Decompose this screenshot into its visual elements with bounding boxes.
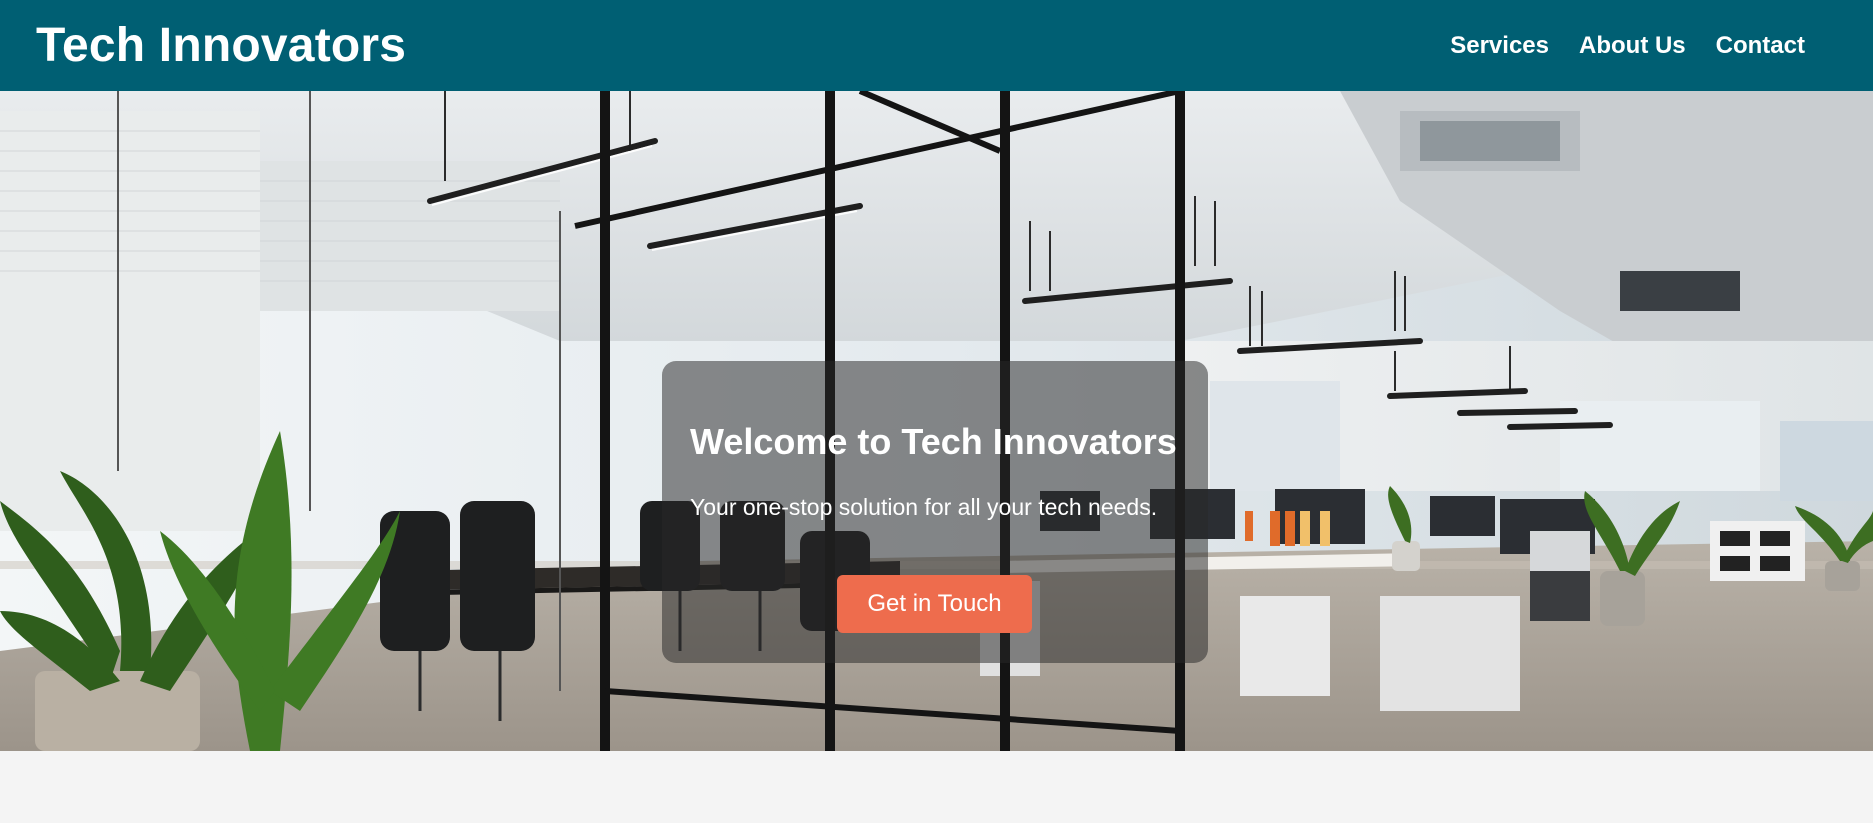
brand-logo-text[interactable]: Tech Innovators (36, 18, 406, 73)
nav-link-services[interactable]: Services (1450, 32, 1549, 60)
site-header: Tech Innovators Services About Us Contac… (0, 0, 1873, 91)
nav-link-contact[interactable]: Contact (1716, 32, 1805, 60)
hero-title: Welcome to Tech Innovators (690, 421, 1177, 462)
hero-section: Welcome to Tech Innovators Your one-stop… (0, 91, 1873, 751)
get-in-touch-button[interactable]: Get in Touch (837, 575, 1032, 633)
nav-link-about-us[interactable]: About Us (1579, 32, 1686, 60)
hero-subtitle: Your one-stop solution for all your tech… (690, 494, 1158, 520)
hero-overlay-card: Welcome to Tech Innovators Your one-stop… (662, 361, 1208, 663)
main-nav: Services About Us Contact (1450, 32, 1805, 60)
